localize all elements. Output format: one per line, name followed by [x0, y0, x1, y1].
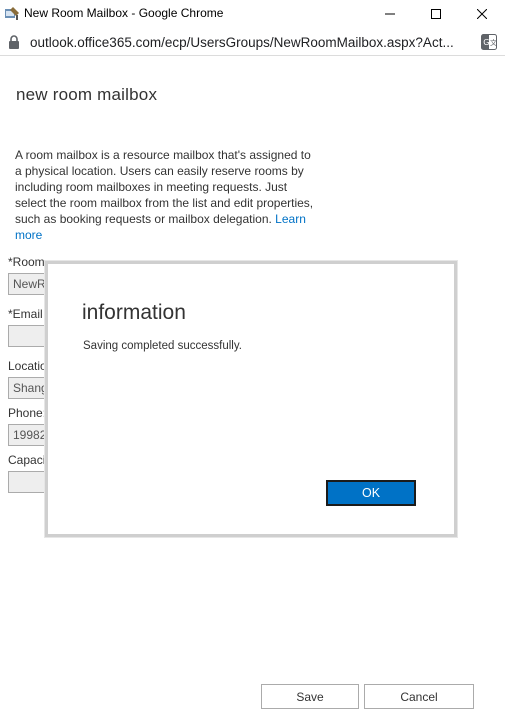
lock-icon[interactable]: [8, 35, 20, 49]
location-label: Locatio: [8, 359, 47, 373]
svg-text:文: 文: [490, 38, 497, 47]
window-title: New Room Mailbox - Google Chrome: [24, 6, 224, 20]
description-body: A room mailbox is a resource mailbox tha…: [15, 148, 314, 226]
room-name-label: *Room: [8, 255, 45, 269]
email-label: *Email: [8, 307, 43, 321]
information-dialog: information Saving completed successfull…: [45, 261, 457, 537]
svg-text:G: G: [483, 38, 489, 47]
translate-icon[interactable]: G 文: [481, 34, 497, 50]
url-text[interactable]: outlook.office365.com/ecp/UsersGroups/Ne…: [30, 35, 470, 50]
maximize-button[interactable]: [413, 0, 459, 27]
page-title: new room mailbox: [16, 85, 158, 104]
ok-button[interactable]: OK: [326, 480, 416, 506]
close-window-button[interactable]: [459, 0, 505, 27]
window-titlebar: New Room Mailbox - Google Chrome: [0, 0, 505, 27]
minimize-button[interactable]: [367, 0, 413, 27]
dialog-title: information: [82, 301, 186, 324]
description-text: A room mailbox is a resource mailbox tha…: [15, 147, 315, 243]
capacity-label: Capacit: [8, 453, 49, 467]
phone-label: Phone:: [8, 406, 47, 420]
save-button[interactable]: Save: [261, 684, 359, 709]
mailbox-app-icon: [4, 5, 20, 21]
dialog-message: Saving completed successfully.: [83, 340, 242, 352]
address-bar[interactable]: outlook.office365.com/ecp/UsersGroups/Ne…: [0, 28, 505, 56]
cancel-button[interactable]: Cancel: [364, 684, 474, 709]
